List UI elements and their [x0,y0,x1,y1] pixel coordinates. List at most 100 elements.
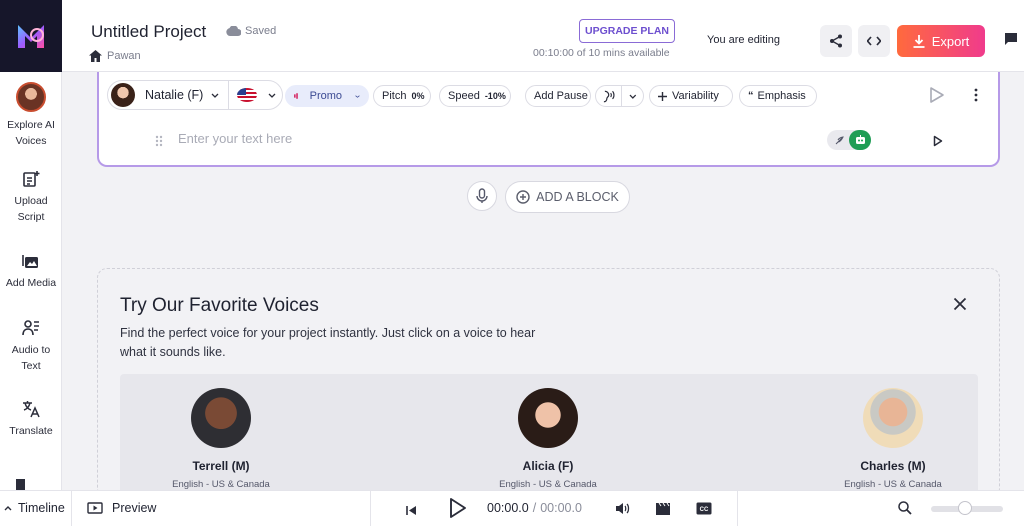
home-icon [89,50,102,62]
add-block-label: ADD A BLOCK [536,190,619,204]
favorite-voices-description: Find the perfect voice for your project … [120,326,536,359]
sidebar-item-label: Text [21,360,41,372]
voice-cards: Terrell (M) English - US & Canada Alicia… [120,374,978,497]
pitch-label: Pitch [382,90,407,102]
play-button[interactable] [449,497,467,524]
closed-captions-icon: CC [696,502,712,515]
cloud-icon [226,26,241,36]
speed-control[interactable]: Speed -10% [439,85,511,107]
pronunciation-selector[interactable] [595,85,644,107]
share-button[interactable] [820,25,852,57]
close-icon [953,297,967,311]
volume-icon [616,503,630,514]
skip-back-icon [406,506,416,515]
svg-text:CC: CC [700,507,709,513]
sidebar-item-explore-voices[interactable]: Explore AI Voices [0,82,62,149]
favorite-voices-title: Try Our Favorite Voices [120,295,319,316]
script-text-input[interactable] [178,131,678,146]
voice-card-name: Alicia (F) [522,459,574,473]
script-block: Natalie (F) Promo Pitch 0% Speed -10% Ad… [97,72,1000,167]
sidebar-item-add-media[interactable]: Add Media [0,250,62,291]
variability-button[interactable]: Variability [649,85,733,107]
play-icon [933,135,943,147]
voice-card-charles[interactable]: Charles (M) English - US & Canada [838,388,948,490]
murf-logo-icon [18,25,44,48]
style-selector[interactable]: Promo [285,85,369,107]
drag-handle[interactable] [155,134,163,152]
embed-code-button[interactable] [858,25,890,57]
voice-style-icon [294,93,298,99]
more-vertical-icon [974,88,978,102]
project-owner: Pawan [89,50,141,62]
sidebar-item-audio-to-text[interactable]: Audio to Text [0,317,62,374]
play-block-button[interactable] [929,86,945,109]
voice-card-terrell[interactable]: Terrell (M) English - US & Canada [166,388,276,490]
record-voice-button[interactable] [467,181,497,211]
volume-button[interactable] [615,502,630,520]
add-pause-label: Add Pause [534,90,588,102]
add-media-icon [20,250,42,272]
project-title[interactable]: Untitled Project [91,22,206,42]
zoom-slider-handle[interactable] [958,501,972,515]
export-label: Export [931,33,970,49]
share-icon [830,34,842,48]
app-logo[interactable] [0,0,62,72]
sparkle-icon [658,91,667,101]
zoom-icon [898,501,912,515]
audio-to-text-icon [20,317,42,339]
sidebar-item-label: Script [17,211,45,223]
voice-avatar [111,83,135,107]
time-separator: / [532,501,537,515]
ai-toggle[interactable] [827,130,871,150]
emphasis-label: Emphasis [757,90,806,102]
quote-icon: “ [748,90,754,102]
add-block-button[interactable]: ADD A BLOCK [505,181,630,213]
export-button[interactable]: Export [897,25,985,57]
zoom-button[interactable] [898,501,912,520]
download-icon [913,34,925,48]
chevron-up-icon [4,506,12,511]
sidebar-item-label: Voices [15,135,47,147]
left-sidebar: Explore AI Voices Upload Script Add Medi… [0,0,62,490]
voice-avatar-icon [16,82,46,112]
chevron-down-icon[interactable] [268,93,276,98]
bottom-toolbar: Timeline Preview 00:00.0 / 00:00.0 CC [0,490,1024,526]
pronunciation-icon [603,90,615,102]
voice-selector[interactable]: Natalie (F) [107,80,283,110]
style-label: Promo [309,90,343,102]
microphone-icon [476,188,488,203]
upgrade-plan-button[interactable]: UPGRADE PLAN [579,19,675,43]
plus-circle-icon [516,190,530,204]
captions-button[interactable]: CC [696,502,712,520]
sidebar-item-upload-script[interactable]: Upload Script [0,168,62,225]
clapper-button[interactable] [655,502,671,521]
voice-name: Natalie (F) [145,88,204,102]
preview-button[interactable]: Preview [87,501,156,515]
robot-icon [855,135,865,144]
voice-card-alicia[interactable]: Alicia (F) English - US & Canada [493,388,603,490]
block-more-menu[interactable] [974,88,978,107]
skip-back-button[interactable] [406,503,417,521]
voice-card-accent: English - US & Canada [499,479,597,490]
variability-label: Variability [672,90,719,102]
us-flag-icon[interactable] [237,88,258,102]
emphasis-button[interactable]: “ Emphasis [739,85,817,107]
add-pause-button[interactable]: Add Pause [525,85,591,107]
sidebar-item-translate[interactable]: Translate [0,398,62,439]
close-favorites-button[interactable] [953,297,967,316]
feather-icon [835,135,844,144]
sidebar-item-label: Explore AI [7,119,55,131]
timeline-toggle[interactable]: Timeline [4,501,65,515]
sidebar-item-label: Add Media [5,277,57,289]
speed-value: -10% [484,91,506,101]
comments-button[interactable] [1004,32,1018,51]
pitch-control[interactable]: Pitch 0% [373,85,431,107]
chevron-down-icon [629,94,637,99]
divider [228,80,230,110]
clapperboard-icon [656,502,670,515]
sidebar-item-label: Upload [14,195,48,207]
more-tools-icon[interactable] [16,478,38,490]
owner-name: Pawan [107,50,141,62]
time-display: 00:00.0 / 00:00.0 [487,501,582,515]
play-text-button[interactable] [933,134,943,152]
